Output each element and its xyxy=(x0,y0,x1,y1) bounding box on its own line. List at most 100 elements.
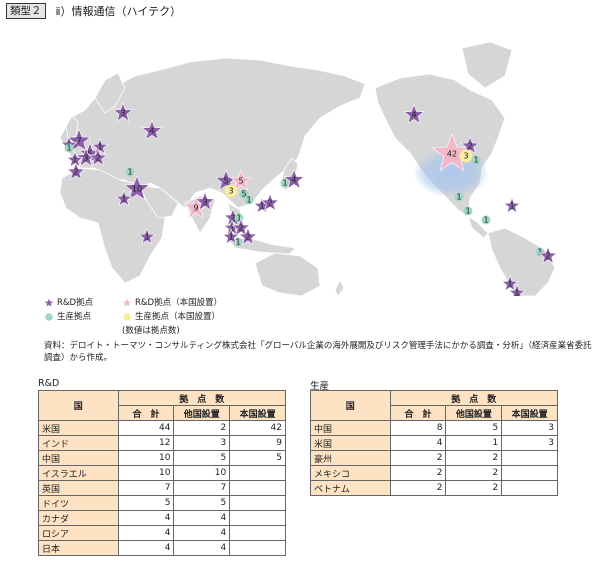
count-cell: 7 xyxy=(117,480,175,496)
table-row: インド 12 3 9 xyxy=(38,435,286,451)
marker-prod: 1 xyxy=(463,206,473,216)
count-cell: 2 xyxy=(445,465,503,481)
table-row: イスラエル 10 10 xyxy=(38,465,286,481)
count-cell: 5 xyxy=(173,450,231,466)
table-row: 豪州 2 2 xyxy=(310,450,558,466)
marker-count-label: 4 xyxy=(149,127,154,136)
circle-icon xyxy=(45,313,53,321)
table-row: 英国 7 7 xyxy=(38,480,286,496)
marker-count-label: 1 xyxy=(72,156,77,165)
marker-count-label: 42 xyxy=(447,150,457,159)
count-cell: 10 xyxy=(173,465,231,481)
prod-col-country: 国 xyxy=(310,390,391,421)
marker-count-label: 7 xyxy=(76,137,81,146)
marker-count-label: 4 xyxy=(291,176,296,185)
table-row: ドイツ 5 5 xyxy=(38,495,286,511)
count-cell xyxy=(229,480,286,496)
prod-col-home: 本国設置 xyxy=(501,405,558,421)
marker-prod-home: 3 xyxy=(224,184,238,198)
country-cell: 中国 xyxy=(38,450,119,466)
marker-count-label: 1 xyxy=(66,144,71,153)
marker-count-label: 1 xyxy=(514,289,519,297)
rd-col-group: 拠 点 数 xyxy=(117,390,287,406)
marker-count-label: 2 xyxy=(245,233,250,242)
rd-col-home: 本国設置 xyxy=(229,405,286,421)
marker-count-label: 5 xyxy=(238,177,243,186)
count-cell: 3 xyxy=(173,435,231,451)
count-cell: 3 xyxy=(501,420,558,436)
world-map: 3471513211211011553519312142112121442231… xyxy=(59,41,558,297)
count-cell: 12 xyxy=(117,435,175,451)
count-cell: 2 xyxy=(445,450,503,466)
legend-prod-home-label: 生産拠点（本国設置） xyxy=(135,312,221,322)
country-cell: ロシア xyxy=(38,525,119,541)
country-cell: インド xyxy=(38,435,119,451)
marker-prod: 1 xyxy=(454,192,464,202)
prod-col-group: 拠 点 数 xyxy=(389,390,559,406)
source-note: 資料：デロイト・トーマツ・コンサルティング株式会社「グローバル企業の海外展開及び… xyxy=(44,341,592,363)
count-cell: 5 xyxy=(229,450,286,466)
marker-count-label: 1 xyxy=(246,196,251,205)
legend-rd-home-label: R&D拠点（本国設置） xyxy=(135,298,223,308)
rd-table: 国 拠 点 数 合 計 他国設置 本国設置 米国 44 2 42 インド 12 3 9 中国 10… xyxy=(38,390,287,556)
count-cell: 7 xyxy=(173,480,231,496)
count-cell xyxy=(229,465,286,481)
legend-prod-label: 生産拠点 xyxy=(57,312,92,322)
table-row: ベトナム 2 2 xyxy=(310,480,558,496)
country-cell: メキシコ xyxy=(310,465,391,481)
marker-prod: 1 xyxy=(481,215,491,225)
marker-count-label: 2 xyxy=(95,154,100,163)
marker-count-label: 3 xyxy=(120,109,125,118)
marker-count-label: 3 xyxy=(463,152,468,161)
marker-count-label: 2 xyxy=(238,224,243,233)
country-cell: 中国 xyxy=(310,420,391,436)
marker-count-label: 1 xyxy=(509,202,514,211)
marker-count-label: 1 xyxy=(282,179,287,188)
country-cell: 米国 xyxy=(310,435,391,451)
marker-count-label: 1 xyxy=(456,193,461,202)
marker-count-label: 2 xyxy=(267,199,272,208)
count-cell: 2 xyxy=(445,480,503,496)
legend-rd: R&D拠点 xyxy=(44,296,110,310)
marker-prod: 1 xyxy=(64,143,74,153)
count-cell: 10 xyxy=(117,465,175,481)
marker-count-label: 1 xyxy=(473,156,478,165)
table-row: 日本 4 4 xyxy=(38,540,286,556)
marker-count-label: 1 xyxy=(483,216,488,225)
rd-col-country: 国 xyxy=(38,390,119,421)
marker-count-label: 1 xyxy=(127,168,132,177)
count-cell: 2 xyxy=(389,465,447,481)
count-cell: 2 xyxy=(173,420,231,436)
marker-count-label: 1 xyxy=(465,207,470,216)
count-cell: 44 xyxy=(117,420,175,436)
marker-count-label: 1 xyxy=(507,280,512,289)
count-cell: 1 xyxy=(445,435,503,451)
legend-note: (数値は拠点数) xyxy=(122,326,180,336)
count-cell: 2 xyxy=(389,450,447,466)
count-cell: 4 xyxy=(173,540,231,556)
count-cell: 4 xyxy=(117,540,175,556)
count-cell xyxy=(229,525,286,541)
count-cell: 10 xyxy=(117,450,175,466)
marker-count-label: 1 xyxy=(228,233,233,242)
count-cell: 4 xyxy=(389,435,447,451)
table-row: メキシコ 2 2 xyxy=(310,465,558,481)
marker-prod: 1 xyxy=(125,167,135,177)
count-cell: 9 xyxy=(229,435,286,451)
star-icon xyxy=(44,298,54,307)
star-icon xyxy=(122,298,132,307)
land-australia xyxy=(254,252,321,296)
count-cell: 4 xyxy=(117,510,175,526)
count-cell: 5 xyxy=(445,420,503,436)
marker-count-label: 1 xyxy=(259,202,264,211)
rd-col-total: 合 計 xyxy=(117,405,175,421)
count-cell xyxy=(501,450,558,466)
country-cell: 米国 xyxy=(38,420,119,436)
table-row: 米国 44 2 42 xyxy=(38,420,286,436)
country-cell: ドイツ xyxy=(38,495,119,511)
table-row: 中国 8 5 3 xyxy=(310,420,558,436)
page-title: ⅱ）情報通信（ハイテク） xyxy=(55,5,182,18)
marker-count-label: 1 xyxy=(235,238,240,247)
marker-count-label: 3 xyxy=(83,154,88,163)
country-cell: ベトナム xyxy=(310,480,391,496)
